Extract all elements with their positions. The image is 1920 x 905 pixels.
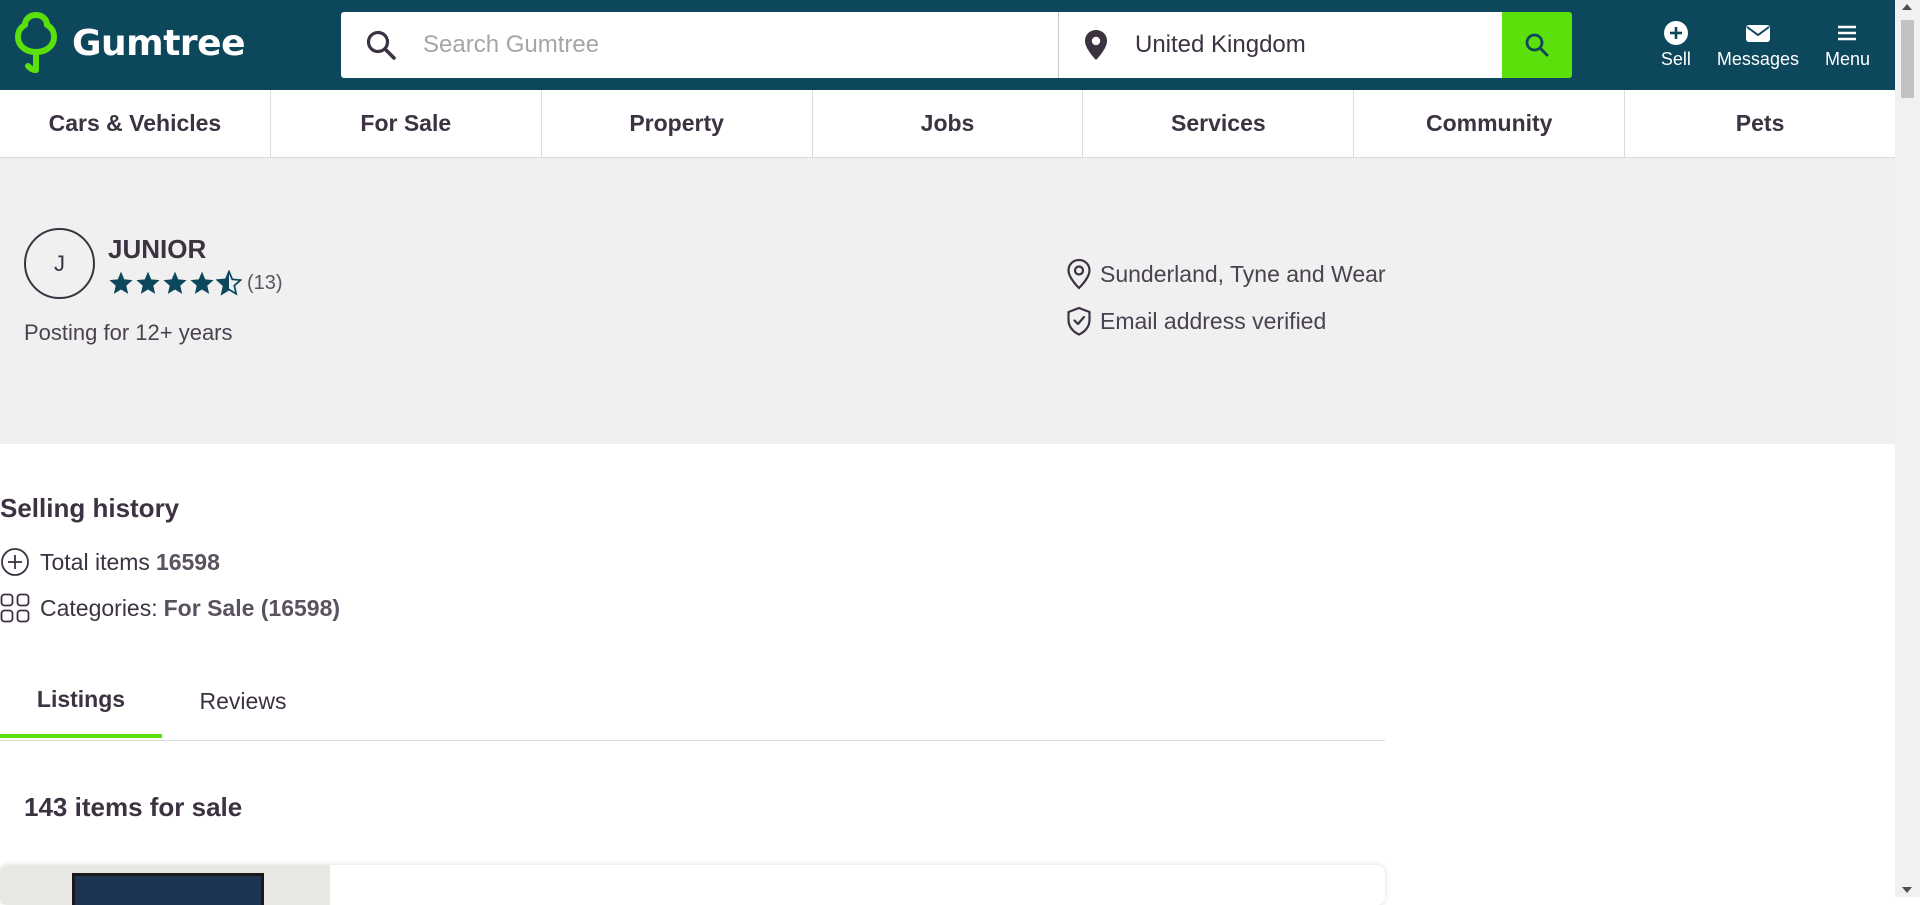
shield-check-icon xyxy=(1067,306,1091,336)
grid-icon xyxy=(0,593,30,623)
category-pets[interactable]: Pets xyxy=(1625,90,1895,157)
verification-status: Email address verified xyxy=(1066,306,1326,336)
plus-circle-outline-icon xyxy=(1,548,29,576)
category-for-sale[interactable]: For Sale xyxy=(271,90,542,157)
gumtree-logo[interactable]: Gumtree xyxy=(10,12,245,74)
location-input[interactable] xyxy=(1133,30,1487,60)
laptop-image xyxy=(72,873,264,905)
scroll-up-icon[interactable] xyxy=(1902,4,1912,10)
total-items-value: 16598 xyxy=(155,548,220,575)
tab-reviews[interactable]: Reviews xyxy=(162,665,324,738)
rating-count[interactable]: (13) xyxy=(247,272,283,295)
messages-label: Messages xyxy=(1716,49,1799,69)
items-for-sale-count: 143 items for sale xyxy=(24,792,243,822)
selling-history-title: Selling history xyxy=(0,493,180,523)
messages-button[interactable]: Messages xyxy=(1717,20,1799,70)
category-community[interactable]: Community xyxy=(1354,90,1626,157)
envelope-icon xyxy=(1745,25,1770,42)
location-pin-icon xyxy=(1059,29,1133,61)
verified-text: Email address verified xyxy=(1100,307,1327,334)
category-cars-vehicles[interactable]: Cars & Vehicles xyxy=(0,90,271,157)
sell-label: Sell xyxy=(1660,49,1691,69)
plus-circle-icon xyxy=(1663,21,1688,45)
search-input[interactable] xyxy=(421,30,1025,60)
seller-name: JUNIOR xyxy=(108,234,207,264)
search-bar xyxy=(341,12,1572,78)
seller-profile: J JUNIOR (13) Posting for 12+ years Sund… xyxy=(0,158,1895,444)
menu-label: Menu xyxy=(1824,49,1870,69)
total-items-label: Total items xyxy=(40,548,150,575)
avatar: J xyxy=(24,228,95,299)
star-icon xyxy=(190,271,214,294)
logo-text: Gumtree xyxy=(72,22,245,64)
search-field-wrapper xyxy=(341,12,1059,78)
tab-listings[interactable]: Listings xyxy=(0,665,162,738)
scroll-down-icon[interactable] xyxy=(1902,887,1912,893)
profile-tabs: Listings Reviews xyxy=(0,665,1385,741)
categories-value: For Sale (16598) xyxy=(163,594,341,621)
location-pin-outline-icon xyxy=(1067,258,1091,290)
category-property[interactable]: Property xyxy=(542,90,813,157)
posting-duration: Posting for 12+ years xyxy=(24,320,233,345)
page-scrollbar[interactable] xyxy=(1895,0,1920,897)
categories-row: Categories: For Sale (16598) xyxy=(0,593,340,623)
tree-logo-icon xyxy=(15,12,57,73)
categories-label: Categories: xyxy=(40,594,158,621)
hamburger-icon xyxy=(1838,25,1857,41)
listing-thumbnail[interactable] xyxy=(0,865,330,905)
header-actions: Sell Messages Menu xyxy=(1661,20,1870,70)
search-icon xyxy=(1525,33,1549,57)
sell-button[interactable]: Sell xyxy=(1661,20,1691,70)
seller-rating: (13) xyxy=(108,270,283,296)
total-items-row: Total items 16598 xyxy=(0,547,220,577)
category-services[interactable]: Services xyxy=(1083,90,1355,157)
seller-location: Sunderland, Tyne and Wear xyxy=(1066,258,1386,290)
category-nav: Cars & Vehicles For Sale Property Jobs S… xyxy=(0,90,1895,158)
search-icon xyxy=(341,29,421,61)
half-star-icon xyxy=(216,270,242,296)
listing-card[interactable] xyxy=(0,865,1385,905)
location-field-wrapper xyxy=(1059,12,1502,78)
scrollbar-thumb[interactable] xyxy=(1901,20,1914,98)
category-jobs[interactable]: Jobs xyxy=(813,90,1084,157)
star-icon xyxy=(109,271,133,294)
location-text: Sunderland, Tyne and Wear xyxy=(1100,260,1386,287)
star-icon xyxy=(136,271,160,294)
search-submit-button[interactable] xyxy=(1502,12,1572,78)
top-header: Gumtree Sell Messages Men xyxy=(0,0,1895,90)
star-icon xyxy=(163,271,187,294)
menu-button[interactable]: Menu xyxy=(1825,20,1870,70)
